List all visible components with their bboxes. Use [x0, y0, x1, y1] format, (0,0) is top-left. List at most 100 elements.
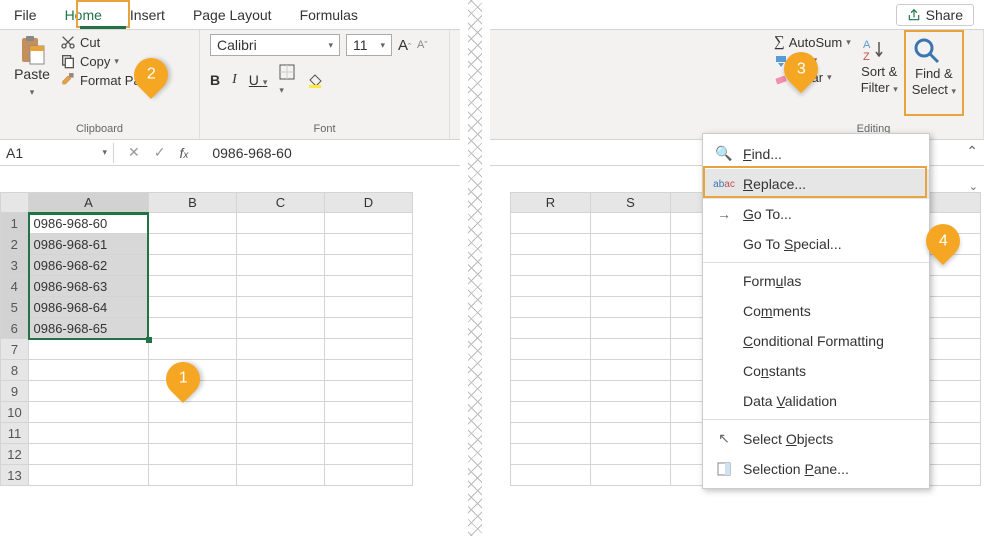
- cell[interactable]: [511, 276, 591, 297]
- tab-home[interactable]: Home: [51, 2, 116, 28]
- col-header-r[interactable]: R: [511, 193, 591, 213]
- cell[interactable]: [237, 360, 325, 381]
- cell[interactable]: [29, 381, 149, 402]
- cell[interactable]: [325, 423, 413, 444]
- cell[interactable]: [325, 402, 413, 423]
- row-header[interactable]: 10: [1, 402, 29, 423]
- menu-data-validation[interactable]: Data Validation: [703, 386, 929, 416]
- menu-goto-special[interactable]: Go To Special...: [703, 229, 929, 259]
- cell[interactable]: [591, 255, 671, 276]
- cut-button[interactable]: Cut: [60, 34, 166, 50]
- col-header-d[interactable]: D: [325, 193, 413, 213]
- cell[interactable]: [29, 423, 149, 444]
- cell[interactable]: [29, 339, 149, 360]
- cell[interactable]: 0986-968-64: [29, 297, 149, 318]
- cell[interactable]: [325, 444, 413, 465]
- cell[interactable]: [29, 465, 149, 486]
- cell[interactable]: [237, 465, 325, 486]
- cell[interactable]: [149, 213, 237, 234]
- autosum-button[interactable]: ∑ AutoSum ▾: [774, 34, 851, 51]
- cell[interactable]: [149, 234, 237, 255]
- cell[interactable]: [149, 318, 237, 339]
- selection-handle[interactable]: [146, 337, 152, 343]
- row-header[interactable]: 4: [1, 276, 29, 297]
- fill-color-button[interactable]: [307, 72, 323, 88]
- cell[interactable]: [591, 234, 671, 255]
- row-header[interactable]: 3: [1, 255, 29, 276]
- cell[interactable]: [237, 318, 325, 339]
- cell[interactable]: [237, 381, 325, 402]
- cell[interactable]: [325, 360, 413, 381]
- cell[interactable]: [237, 423, 325, 444]
- cell[interactable]: [237, 339, 325, 360]
- cell[interactable]: [149, 423, 237, 444]
- cell[interactable]: [325, 276, 413, 297]
- cell[interactable]: [325, 213, 413, 234]
- menu-replace[interactable]: abac Replace...: [703, 169, 929, 199]
- find-select-button[interactable]: Find & Select ▾: [908, 34, 960, 99]
- cell[interactable]: [29, 360, 149, 381]
- row-header[interactable]: 6: [1, 318, 29, 339]
- cell[interactable]: [591, 213, 671, 234]
- cell[interactable]: [591, 360, 671, 381]
- cell[interactable]: [325, 255, 413, 276]
- row-header[interactable]: 1: [1, 213, 29, 234]
- row-header[interactable]: 13: [1, 465, 29, 486]
- cell[interactable]: [237, 234, 325, 255]
- menu-constants[interactable]: Constants: [703, 356, 929, 386]
- cell[interactable]: [237, 297, 325, 318]
- cell[interactable]: [325, 318, 413, 339]
- row-header[interactable]: 2: [1, 234, 29, 255]
- sheet-grid[interactable]: A B C D 1 0986-968-60 2 0986-968-61 3 09…: [0, 192, 413, 486]
- cell[interactable]: [591, 318, 671, 339]
- col-header-c[interactable]: C: [237, 193, 325, 213]
- underline-button[interactable]: U ▾: [249, 72, 268, 88]
- cell[interactable]: [511, 444, 591, 465]
- cell[interactable]: [591, 465, 671, 486]
- cell[interactable]: [511, 255, 591, 276]
- row-header[interactable]: 12: [1, 444, 29, 465]
- cell[interactable]: [149, 297, 237, 318]
- cell[interactable]: [149, 402, 237, 423]
- cell[interactable]: 0986-968-61: [29, 234, 149, 255]
- cell[interactable]: [325, 234, 413, 255]
- tab-insert[interactable]: Insert: [116, 2, 179, 28]
- tab-formulas[interactable]: Formulas: [286, 2, 372, 28]
- cell[interactable]: [511, 360, 591, 381]
- cell[interactable]: [591, 423, 671, 444]
- cell[interactable]: 0986-968-63: [29, 276, 149, 297]
- cell[interactable]: [591, 276, 671, 297]
- cell[interactable]: [149, 444, 237, 465]
- menu-selection-pane[interactable]: Selection Pane...: [703, 454, 929, 484]
- cancel-formula-icon[interactable]: ✕: [128, 144, 140, 161]
- cell[interactable]: [237, 276, 325, 297]
- cell[interactable]: [591, 402, 671, 423]
- cell[interactable]: [591, 444, 671, 465]
- cell[interactable]: [237, 444, 325, 465]
- font-size-selector[interactable]: 11 ▾: [346, 34, 392, 56]
- menu-conditional-formatting[interactable]: Conditional Formatting: [703, 326, 929, 356]
- paste-button[interactable]: Paste ▾: [10, 34, 54, 98]
- cell[interactable]: [149, 339, 237, 360]
- cell[interactable]: [325, 465, 413, 486]
- cell[interactable]: 0986-968-65: [29, 318, 149, 339]
- cell[interactable]: [511, 297, 591, 318]
- cell[interactable]: [149, 276, 237, 297]
- sort-filter-button[interactable]: AZ Sort & Filter ▾: [857, 34, 902, 99]
- col-header-a[interactable]: A: [29, 193, 149, 213]
- collapse-ribbon-icon[interactable]: ⌃: [966, 143, 978, 160]
- cell[interactable]: [149, 255, 237, 276]
- enter-formula-icon[interactable]: ✓: [154, 144, 166, 161]
- row-header[interactable]: 5: [1, 297, 29, 318]
- cell[interactable]: [325, 381, 413, 402]
- increase-font-button[interactable]: Aˆ: [398, 37, 411, 54]
- menu-comments[interactable]: Comments: [703, 296, 929, 326]
- cell[interactable]: [511, 234, 591, 255]
- cell[interactable]: [511, 423, 591, 444]
- cell[interactable]: [591, 297, 671, 318]
- share-button[interactable]: Share: [896, 4, 974, 26]
- tab-file[interactable]: File: [0, 2, 51, 28]
- menu-find[interactable]: 🔍 Find...: [703, 138, 929, 169]
- row-header[interactable]: 7: [1, 339, 29, 360]
- cell[interactable]: [325, 297, 413, 318]
